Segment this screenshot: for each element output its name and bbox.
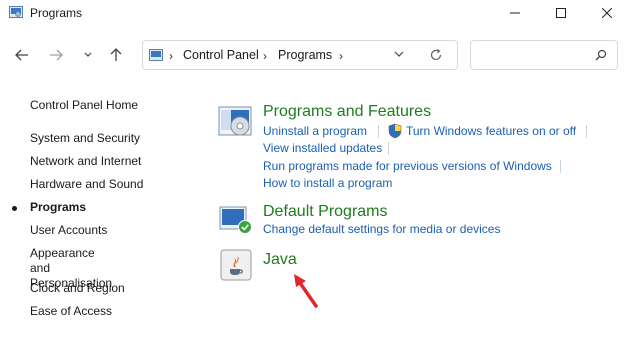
- maximize-icon: [556, 8, 566, 18]
- sidebar-item-label: Programs: [30, 200, 87, 214]
- sidebar-item-user-accounts[interactable]: User Accounts: [30, 223, 107, 238]
- refresh-icon[interactable]: [429, 48, 443, 62]
- forward-button[interactable]: [44, 44, 68, 66]
- change-default-settings-link[interactable]: Change default settings for media or dev…: [263, 222, 500, 237]
- sidebar-item-ease-of-access[interactable]: Ease of Access: [30, 304, 112, 319]
- how-to-install-program-link[interactable]: How to install a program: [263, 176, 392, 191]
- sidebar-item-network-and-internet[interactable]: Network and Internet: [30, 154, 141, 169]
- uninstall-program-link[interactable]: Uninstall a program: [263, 124, 367, 139]
- java-icon: [220, 249, 252, 281]
- uac-shield-icon: [388, 123, 402, 139]
- back-arrow-icon: [15, 49, 28, 61]
- programs-and-features-title[interactable]: Programs and Features: [263, 103, 431, 121]
- annotation-arrow-icon: [294, 274, 318, 308]
- breadcrumb-separator: ›: [263, 49, 267, 63]
- default-programs-title[interactable]: Default Programs: [263, 203, 388, 221]
- close-icon: [602, 8, 612, 18]
- sidebar-item-programs[interactable]: Programs: [12, 200, 87, 215]
- control-panel-icon: [9, 6, 23, 18]
- window-title: Programs: [30, 6, 83, 20]
- maximize-button[interactable]: [538, 0, 584, 26]
- link-separator: [388, 142, 389, 155]
- java-title[interactable]: Java: [263, 251, 297, 269]
- recent-locations-button[interactable]: [76, 44, 100, 66]
- address-bar[interactable]: › Control Panel › Programs ›: [142, 40, 458, 70]
- turn-windows-features-link[interactable]: Turn Windows features on or off: [406, 124, 576, 139]
- link-separator: [378, 125, 379, 138]
- active-indicator: [12, 206, 17, 211]
- sidebar-item-clock-and-region[interactable]: Clock and Region: [30, 281, 125, 296]
- title-bar: Programs: [0, 0, 628, 26]
- programs-and-features-icon: [218, 106, 252, 136]
- sidebar-item-system-and-security[interactable]: System and Security: [30, 131, 140, 146]
- search-icon: [595, 49, 607, 61]
- breadcrumb-control-panel[interactable]: Control Panel: [183, 48, 259, 62]
- chevron-down-icon: [84, 52, 92, 57]
- link-separator: [560, 160, 561, 173]
- navigation-bar: › Control Panel › Programs ›: [0, 36, 628, 74]
- breadcrumb-separator: ›: [169, 49, 173, 63]
- up-arrow-icon: [110, 48, 122, 61]
- chevron-down-icon[interactable]: [393, 49, 405, 59]
- minimize-button[interactable]: [492, 0, 538, 26]
- breadcrumb-separator: ›: [339, 49, 343, 63]
- view-installed-updates-link[interactable]: View installed updates: [263, 141, 382, 156]
- sidebar-item-hardware-and-sound[interactable]: Hardware and Sound: [30, 177, 143, 192]
- minimize-icon: [510, 12, 520, 14]
- link-separator: [586, 125, 587, 138]
- control-panel-icon: [149, 49, 163, 61]
- forward-arrow-icon: [50, 49, 63, 61]
- sidebar-item-control-panel-home[interactable]: Control Panel Home: [30, 98, 138, 113]
- up-button[interactable]: [104, 44, 128, 66]
- close-button[interactable]: [584, 0, 628, 26]
- search-input[interactable]: [470, 40, 618, 70]
- breadcrumb-programs[interactable]: Programs: [278, 48, 332, 62]
- back-button[interactable]: [10, 44, 34, 66]
- run-older-programs-link[interactable]: Run programs made for previous versions …: [263, 159, 552, 174]
- default-programs-icon: [219, 206, 252, 234]
